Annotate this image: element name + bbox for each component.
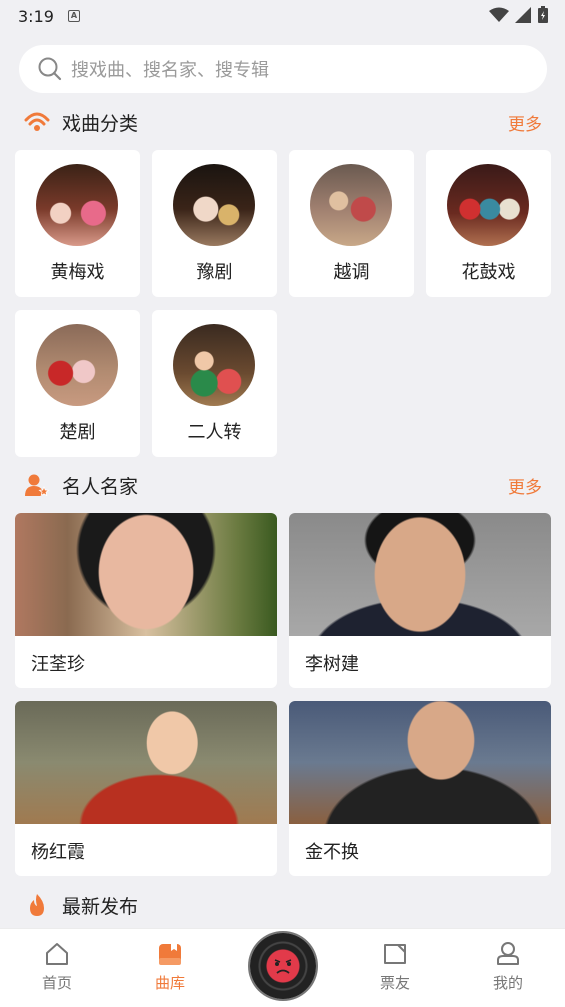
opera-more-link[interactable]: 更多 <box>508 110 542 135</box>
person-star-icon <box>25 474 50 497</box>
artist-name: 金不换 <box>305 842 359 863</box>
record-player-button[interactable] <box>250 933 316 999</box>
category-label: 二人转 <box>187 422 242 443</box>
search-placeholder: 搜戏曲、搜名家、搜专辑 <box>71 60 269 81</box>
category-card-errenzhuan[interactable]: 二人转 <box>152 310 277 457</box>
status-bar: 3:19 A <box>0 0 565 32</box>
flame-icon <box>30 894 44 916</box>
category-thumbnail <box>36 324 118 406</box>
artists-section-title: 名人名家 <box>62 475 139 498</box>
record-icon <box>274 959 292 974</box>
tab-label: 首页 <box>41 974 72 992</box>
tab-label: 票友 <box>379 974 410 992</box>
latest-section-header: 最新发布 <box>0 890 565 920</box>
artist-name: 汪荃珍 <box>31 654 85 675</box>
tab-fans[interactable]: 票友 <box>355 929 435 1007</box>
artist-photo <box>15 701 277 824</box>
artist-card-li[interactable]: 李树建 <box>289 513 551 688</box>
status-time: 3:19 <box>18 6 54 26</box>
artists-section-header: 名人名家 更多 <box>0 470 565 500</box>
wifi-icon <box>489 7 509 22</box>
tab-profile[interactable]: 我的 <box>468 929 548 1007</box>
opera-section-title: 戏曲分类 <box>62 112 139 135</box>
category-card-yuju[interactable]: 豫剧 <box>152 150 277 297</box>
tab-home[interactable]: 首页 <box>17 929 97 1007</box>
category-thumbnail <box>447 164 529 246</box>
category-thumbnail <box>173 324 255 406</box>
category-card-huaguxi[interactable]: 花鼓戏 <box>426 150 551 297</box>
notification-badge-icon: A <box>67 10 80 22</box>
category-card-chuju[interactable]: 楚剧 <box>15 310 140 457</box>
category-thumbnail <box>36 164 118 246</box>
latest-section-title: 最新发布 <box>62 895 139 918</box>
battery-icon <box>538 6 548 23</box>
category-label: 楚剧 <box>59 422 96 443</box>
artist-card-yang[interactable]: 杨红霞 <box>15 701 277 876</box>
artist-photo <box>289 513 551 636</box>
artist-name: 杨红霞 <box>31 842 85 863</box>
tab-library[interactable]: 曲库 <box>130 929 210 1007</box>
category-thumbnail <box>173 164 255 246</box>
home-icon <box>46 943 68 965</box>
artist-name: 李树建 <box>305 654 359 675</box>
category-label: 花鼓戏 <box>461 262 516 283</box>
opera-section-header: 戏曲分类 更多 <box>0 107 565 137</box>
library-icon <box>159 944 181 965</box>
fans-icon <box>384 944 406 964</box>
status-icons <box>489 6 549 24</box>
artists-more-link[interactable]: 更多 <box>508 473 542 498</box>
profile-icon <box>497 942 519 965</box>
artist-photo <box>289 701 551 824</box>
category-label: 越调 <box>333 262 370 283</box>
search-icon <box>38 57 62 81</box>
signal-icon <box>515 7 531 23</box>
search-bar[interactable]: 搜戏曲、搜名家、搜专辑 <box>19 45 547 93</box>
artist-photo <box>15 513 277 636</box>
category-thumbnail <box>310 164 392 246</box>
tab-label: 曲库 <box>154 974 185 992</box>
category-card-yuediao[interactable]: 越调 <box>289 150 414 297</box>
category-label: 豫剧 <box>196 262 233 283</box>
tab-label: 我的 <box>492 974 523 992</box>
category-card-huangmeixi[interactable]: 黄梅戏 <box>15 150 140 297</box>
artist-card-jin[interactable]: 金不换 <box>289 701 551 876</box>
artist-card-wang[interactable]: 汪荃珍 <box>15 513 277 688</box>
broadcast-icon <box>24 112 50 131</box>
category-label: 黄梅戏 <box>50 262 105 283</box>
